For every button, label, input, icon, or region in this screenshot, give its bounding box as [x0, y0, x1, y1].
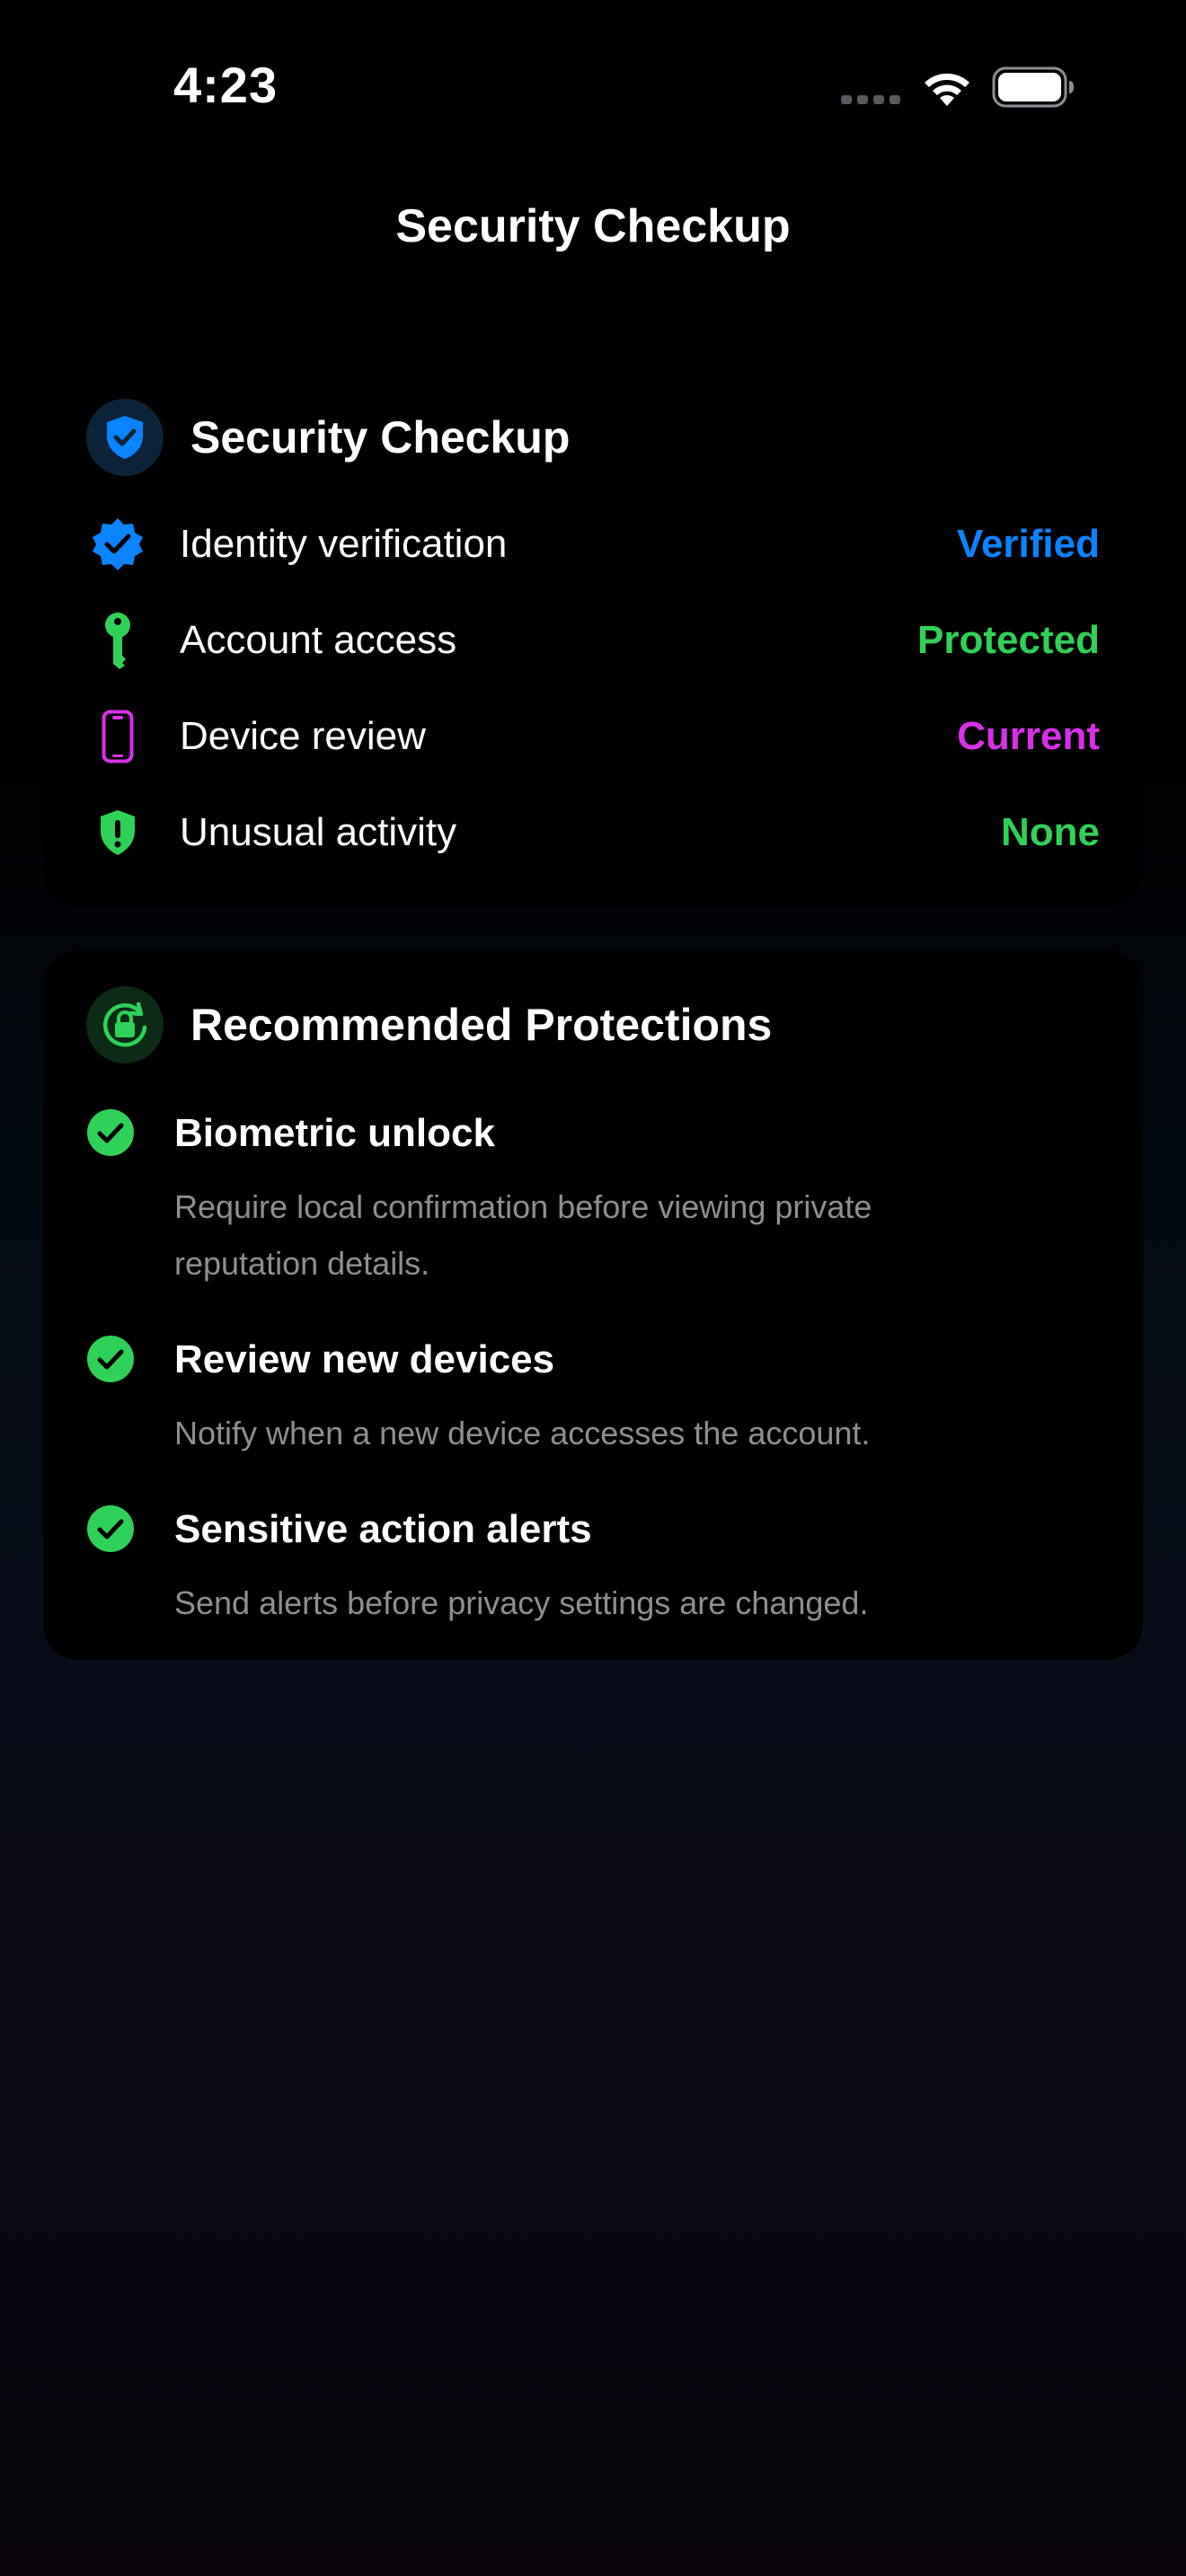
security-row-status: None — [1001, 809, 1100, 854]
security-row-identity[interactable]: Identity verification Verified — [86, 496, 1100, 592]
cellular-dots-icon — [841, 95, 900, 104]
protections-list: Biometric unlock Require local confirmat… — [86, 1108, 1100, 1631]
lock-rotation-icon — [86, 986, 164, 1063]
security-row-label: Device review — [180, 713, 426, 758]
security-row-device-review[interactable]: Device review Current — [86, 688, 1100, 784]
security-row-status: Verified — [957, 521, 1100, 566]
status-bar: 4:23 — [0, 0, 1186, 171]
security-row-label: Account access — [180, 617, 457, 662]
security-row-account-access[interactable]: Account access Protected — [86, 592, 1100, 688]
protections-card-title: Recommended Protections — [190, 1000, 773, 1050]
security-card-header: Security Checkup — [86, 399, 570, 476]
protection-title: Sensitive action alerts — [174, 1507, 592, 1551]
key-icon — [86, 609, 149, 672]
protection-title: Biometric unlock — [174, 1111, 495, 1155]
checkmark-circle-icon — [87, 1336, 134, 1382]
checkmark-circle-icon — [87, 1505, 134, 1552]
security-rows: Identity verification Verified Account a… — [86, 496, 1100, 880]
security-row-unusual-activity[interactable]: Unusual activity None — [86, 784, 1100, 880]
protection-text: Review new devices Notify when a new dev… — [174, 1335, 1100, 1461]
exclamation-shield-icon — [86, 801, 149, 864]
protection-description: Send alerts before privacy settings are … — [174, 1584, 869, 1621]
protection-title: Review new devices — [174, 1337, 555, 1381]
security-row-label: Identity verification — [180, 521, 508, 566]
battery-icon — [992, 66, 1074, 108]
protections-card-header: Recommended Protections — [86, 986, 772, 1063]
security-row-status: Protected — [917, 617, 1100, 662]
security-row-label: Unusual activity — [180, 809, 457, 854]
protection-text: Biometric unlock Require local confirmat… — [174, 1108, 1100, 1292]
protection-item-sensitive-action-alerts[interactable]: Sensitive action alerts Send alerts befo… — [86, 1504, 1100, 1631]
security-checkup-card: Security Checkup Identity verification V… — [43, 363, 1143, 907]
verified-seal-icon — [86, 513, 149, 576]
checkmark-shield-icon — [86, 399, 164, 476]
protection-item-review-new-devices[interactable]: Review new devices Notify when a new dev… — [86, 1335, 1100, 1461]
protection-description: Require local confirmation before viewin… — [174, 1188, 872, 1282]
wifi-icon — [925, 73, 969, 106]
security-card-title: Security Checkup — [190, 412, 571, 463]
security-row-status: Current — [957, 713, 1100, 758]
status-time: 4:23 — [173, 57, 279, 113]
page-title: Security Checkup — [395, 200, 791, 252]
checkmark-circle-icon — [87, 1109, 134, 1156]
recommended-protections-card: Recommended Protections Biometric unlock… — [43, 950, 1143, 1660]
protection-description: Notify when a new device accesses the ac… — [174, 1415, 871, 1451]
protection-item-biometric-unlock[interactable]: Biometric unlock Require local confirmat… — [86, 1108, 1100, 1292]
protection-text: Sensitive action alerts Send alerts befo… — [174, 1504, 1100, 1631]
phone-icon — [86, 705, 149, 768]
